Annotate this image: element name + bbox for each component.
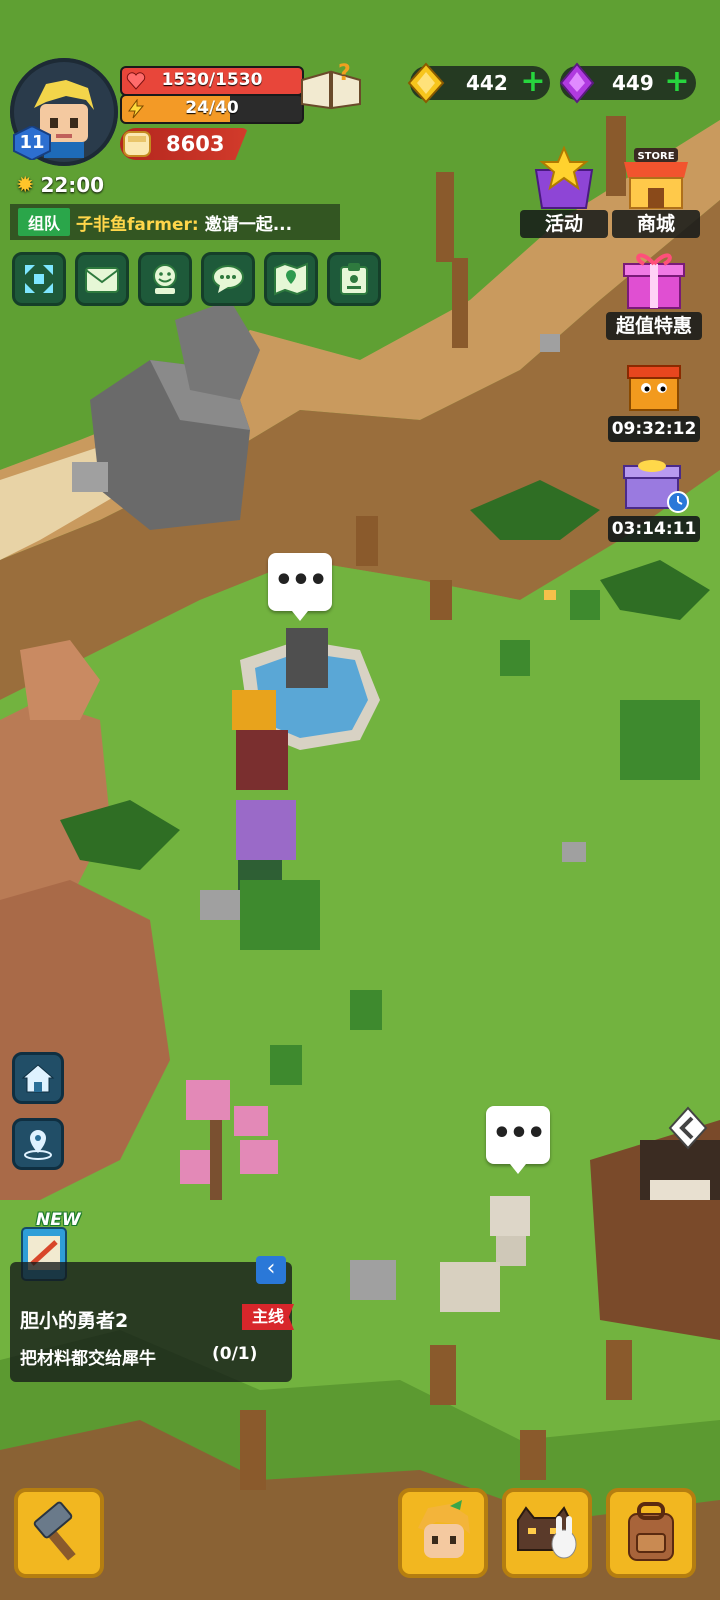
hero-button[interactable] (398, 1488, 488, 1578)
build-button[interactable] (14, 1488, 104, 1578)
store-sign: STORE (637, 151, 675, 162)
locate-button[interactable] (12, 1118, 64, 1170)
pets-icon (517, 1506, 577, 1559)
energy-text: 24/40 (185, 98, 239, 118)
backpack-button[interactable] (606, 1488, 696, 1578)
timed-chest-icon (627, 365, 681, 411)
svg-text:?: ? (338, 61, 351, 86)
quest-tracker[interactable]: ‹ 胆小的勇者2 主线 把材料都交给犀牛 (0/1) (10, 1256, 294, 1382)
location-pin-icon (24, 1130, 52, 1160)
gem-counter: 449 + (559, 62, 696, 104)
chat-message: 邀请一起... (204, 214, 293, 235)
game-clock: ✹ 22:00 (16, 170, 104, 200)
friends-button[interactable] (138, 252, 192, 306)
quest-book-icon[interactable]: ? (300, 60, 362, 112)
treasure-box-icon (623, 460, 689, 513)
main-quest-tag: 主线 (242, 1304, 294, 1330)
reward-timer: 03:14:11 (608, 516, 700, 542)
hero-head-icon (418, 1500, 470, 1558)
timed-chest-button[interactable]: 09:32:12 (608, 352, 700, 442)
events-label: 活动 (520, 210, 608, 238)
quest-objective: 把材料都交给犀牛 (20, 1349, 156, 1369)
expand-icon (25, 265, 53, 293)
gold-gem-icon (407, 62, 445, 104)
purple-gem-icon (559, 62, 595, 104)
quest-title: 胆小的勇者2 (20, 1310, 129, 1332)
expand-button[interactable] (12, 252, 66, 306)
player-level-badge: 11 (12, 126, 52, 160)
map-icon (274, 262, 308, 296)
store-button[interactable]: STORE 商城 (612, 146, 700, 238)
tasks-button[interactable] (327, 252, 381, 306)
chat-icon (212, 265, 244, 293)
hp-bar: 1530/1530 (120, 66, 304, 96)
events-gift-icon (534, 146, 594, 209)
deal-gift-icon (623, 253, 685, 309)
hammer-icon (33, 1501, 76, 1561)
mail-icon (85, 267, 119, 293)
add-gems-button[interactable]: + (664, 67, 690, 97)
mail-button[interactable] (75, 252, 129, 306)
fist-icon (123, 131, 151, 157)
backpack-icon (628, 1502, 674, 1561)
ellipsis-text: ••• (492, 1116, 546, 1151)
diamond-arrow-icon[interactable] (668, 1106, 708, 1150)
friends-icon (153, 264, 177, 294)
new-badge: NEW (36, 1210, 81, 1230)
combat-power-value: 8603 (166, 132, 225, 156)
sun-icon: ✹ (16, 172, 35, 198)
events-button[interactable]: 活动 (520, 146, 608, 238)
collapse-quest-button[interactable]: ‹ (256, 1256, 286, 1284)
store-label: 商城 (612, 210, 700, 238)
chat-preview[interactable]: 组队 子非鱼farmer: 邀请一起... (10, 204, 340, 240)
gold-amount: 442 (466, 71, 508, 95)
npc-speech-bubble-2[interactable]: ••• (486, 1106, 550, 1174)
game-time: 22:00 (40, 173, 105, 197)
chat-sender: 子非鱼farmer: (76, 214, 199, 235)
quest-progress: (0/1) (212, 1344, 258, 1364)
hp-text: 1530/1530 (161, 70, 263, 90)
special-deal-button[interactable]: 超值特惠 (606, 244, 702, 340)
npc-speech-bubble[interactable]: ••• (268, 553, 332, 621)
clipboard-icon (340, 263, 368, 295)
map-button[interactable] (264, 252, 318, 306)
player-level: 11 (19, 132, 45, 153)
home-button[interactable] (12, 1052, 64, 1104)
energy-bar: 24/40 (120, 94, 304, 124)
chest-timer: 09:32:12 (608, 416, 700, 442)
deal-label: 超值特惠 (606, 312, 702, 340)
gold-counter: 442 + (407, 62, 550, 104)
team-chat-tag: 组队 (18, 208, 71, 236)
pets-button[interactable] (502, 1488, 592, 1578)
ellipsis-text: ••• (274, 563, 328, 598)
add-gold-button[interactable]: + (520, 67, 546, 97)
home-icon (21, 1064, 55, 1093)
gem-amount: 449 (612, 71, 654, 95)
timed-reward-button[interactable]: 03:14:11 (608, 450, 700, 542)
chat-button[interactable] (201, 252, 255, 306)
